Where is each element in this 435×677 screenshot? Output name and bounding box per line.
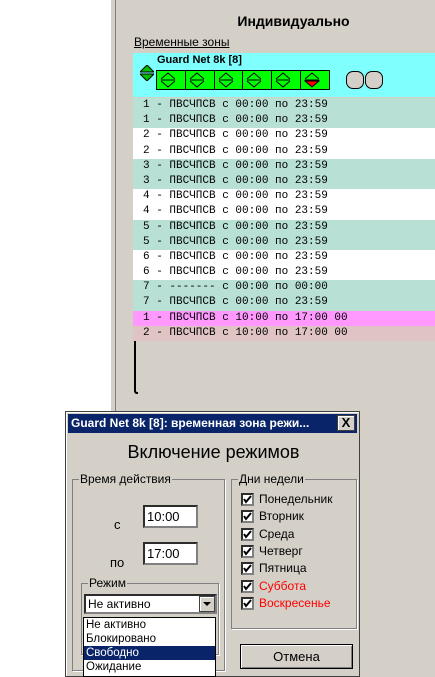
mode-option[interactable]: Не активно	[84, 618, 215, 632]
checkbox[interactable]	[241, 544, 254, 558]
device-name: Guard Net 8k [8]	[157, 54, 242, 66]
expand-arrows-icon[interactable]	[138, 64, 156, 86]
time-group-label: Время действия	[79, 472, 172, 486]
mode-option[interactable]: Блокировано	[84, 632, 215, 646]
zone-arrow-icon[interactable]	[243, 71, 273, 89]
mode-group-label: Режим	[88, 576, 127, 590]
checkbox[interactable]	[241, 493, 254, 506]
zone-arrow-icon[interactable]	[272, 71, 302, 89]
time-zones-link[interactable]: Временные зоны	[134, 35, 229, 49]
mode-select-value: Не активно	[88, 597, 151, 611]
schedule-list: 1 - ПВСЧПСВ с 00:00 по 23:59 1 - ПВСЧПСВ …	[133, 98, 435, 341]
zone-arrow-selected-icon[interactable]	[301, 71, 329, 89]
checkbox[interactable]	[241, 596, 254, 610]
checkbox[interactable]	[241, 562, 254, 576]
checkbox[interactable]	[241, 579, 254, 593]
cancel-button[interactable]: Отмена	[240, 644, 353, 669]
from-time-field[interactable]: 10:00	[143, 505, 198, 528]
round-button-2[interactable]	[365, 71, 383, 89]
mode-option[interactable]: Ожидание	[84, 660, 215, 674]
mode-select[interactable]: Не активно	[84, 594, 217, 614]
to-label: по	[110, 555, 125, 570]
day-label: Четверг	[259, 543, 303, 558]
checkmark-icon	[243, 547, 252, 556]
checkbox[interactable]	[241, 527, 254, 541]
schedule-row[interactable]: 6 - ПВСЧПСВ с 00:00 по 23:59	[133, 265, 435, 281]
checkmark-icon	[243, 512, 252, 521]
schedule-row[interactable]: 6 - ПВСЧПСВ с 00:00 по 23:59	[133, 249, 435, 266]
day-label: Вторник	[259, 509, 304, 524]
schedule-row[interactable]: 1 - ПВСЧПСВ с 00:00 по 23:59	[133, 113, 435, 129]
schedule-row[interactable]: 7 - ПВСЧПСВ с 00:00 по 23:59	[133, 295, 435, 311]
zone-arrow-icon[interactable]	[157, 71, 186, 89]
to-time-field[interactable]: 17:00	[143, 542, 198, 565]
checkmark-icon	[243, 599, 252, 608]
dialog-title: Guard Net 8k [8]: временная зона режи...	[68, 414, 357, 433]
day-label: Понедельник	[259, 492, 333, 506]
round-button-1[interactable]	[346, 71, 364, 89]
schedule-row[interactable]: 2 - ПВСЧПСВ с 00:00 по 23:59	[133, 128, 435, 144]
schedule-row[interactable]: 4 - ПВСЧПСВ с 00:00 по 23:59	[133, 189, 435, 205]
schedule-row[interactable]: 3 - ПВСЧПСВ с 00:00 по 23:59	[133, 158, 435, 174]
schedule-row[interactable]: 2 - ПВСЧПСВ с 00:00 по 23:59	[133, 143, 435, 159]
schedule-row[interactable]: 3 - ПВСЧПСВ с 00:00 по 23:59	[133, 173, 435, 190]
panel-title: Индивидуально	[237, 13, 350, 29]
close-button[interactable]: X	[337, 415, 355, 431]
zone-arrows-strip	[156, 70, 330, 90]
schedule-row[interactable]: 1 - ПВСЧПСВ с 10:00 по 17:00 00	[133, 310, 435, 326]
day-label: Среда	[259, 526, 295, 541]
checkmark-icon	[243, 581, 252, 591]
schedule-row[interactable]: 1 - ПВСЧПСВ с 00:00 по 23:59	[133, 98, 435, 114]
checkmark-icon	[243, 564, 252, 573]
schedule-row[interactable]: 5 - ПВСЧПСВ с 00:00 по 23:59	[133, 219, 435, 235]
zone-arrow-icon[interactable]	[215, 71, 244, 89]
day-label: Суббота	[259, 578, 306, 593]
schedule-row[interactable]: 4 - ПВСЧПСВ с 00:00 по 23:59	[133, 204, 435, 220]
day-label: Воскресенье	[259, 595, 331, 610]
day-label: Пятница	[259, 561, 307, 576]
checkbox[interactable]	[241, 510, 254, 524]
zone-arrow-icon[interactable]	[186, 71, 215, 89]
mode-option[interactable]: Свободно	[84, 646, 215, 660]
device-header: Guard Net 8k [8]	[133, 53, 435, 97]
checkmark-icon	[243, 529, 252, 539]
days-group-label: Дни недели	[238, 472, 305, 486]
chevron-down-icon[interactable]	[199, 596, 215, 612]
from-label: с	[114, 517, 121, 532]
schedule-row[interactable]: 7 - ------- с 00:00 по 00:00	[133, 280, 435, 296]
mode-dropdown-list: Не активно Блокировано Свободно Ожидание	[83, 617, 216, 677]
checkmark-icon	[243, 495, 252, 504]
dialog-heading: Включение режимов	[127, 442, 300, 462]
schedule-row[interactable]: 2 - ПВСЧПСВ с 10:00 по 17:00 00	[133, 325, 435, 341]
schedule-row[interactable]: 5 - ПВСЧПСВ с 00:00 по 23:59	[133, 234, 435, 250]
